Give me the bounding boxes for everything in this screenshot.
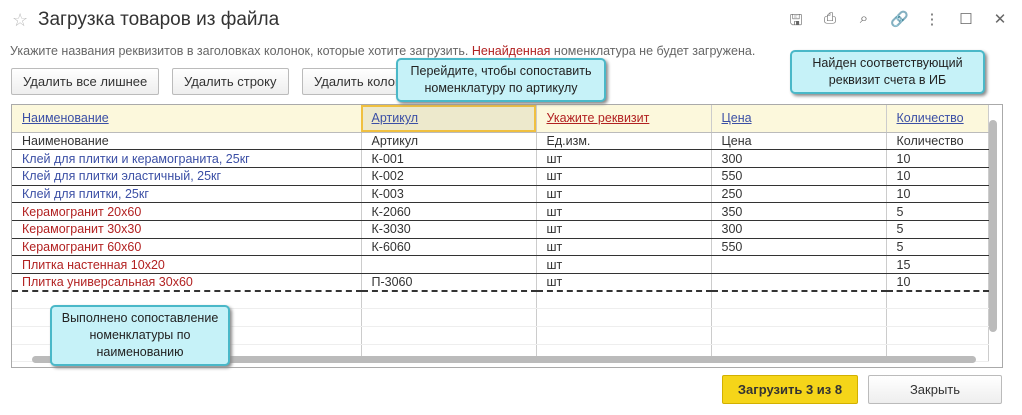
column-header-link[interactable]: Количество (897, 111, 964, 125)
column-header[interactable]: Количество (886, 105, 989, 133)
table-cell[interactable]: К-2060 (361, 202, 537, 221)
table-cell[interactable]: Клей для плитки эластичный, 25кг (12, 167, 362, 186)
table-cell[interactable]: 550 (711, 238, 887, 257)
print-icon[interactable]: ⎙ (822, 10, 838, 35)
table-cell[interactable]: шт (536, 202, 712, 221)
favorite-star-icon[interactable]: ☆ (12, 10, 28, 31)
table-row[interactable]: Керамогранит 20х60 К-2060 шт 350 5 (12, 202, 989, 221)
table-cell[interactable]: шт (536, 167, 712, 186)
table-cell[interactable]: 5 (886, 202, 989, 221)
callout-article: Перейдите, чтобы сопоставить номенклатур… (396, 58, 606, 102)
maximize-icon[interactable]: ☐ (958, 10, 974, 35)
table-cell[interactable]: 300 (711, 220, 887, 239)
preview-icon[interactable]: ⌕ (856, 10, 872, 35)
table-cell[interactable]: К-6060 (361, 238, 537, 257)
table-row[interactable]: Керамогранит 60х60 К-6060 шт 550 5 (12, 238, 989, 257)
table-row[interactable]: Клей для плитки эластичный, 25кг К-002 шт 5… (12, 167, 989, 186)
table-cell[interactable]: шт (536, 273, 712, 293)
table-cell[interactable] (711, 273, 887, 293)
empty-cell (361, 308, 537, 328)
table-cell[interactable]: 250 (711, 185, 887, 204)
table-row[interactable]: Клей для плитки и керамогранита, 25кг К-0… (12, 149, 989, 168)
subheader-row: Наименование Артикул Ед.изм. Цена Количество (12, 132, 989, 151)
table-cell[interactable]: Керамогранит 30х30 (12, 220, 362, 239)
more-icon[interactable]: ⋮ (924, 10, 940, 35)
table-cell[interactable]: шт (536, 238, 712, 257)
subheader-cell: Количество (886, 132, 989, 151)
close-icon[interactable]: ✕ (992, 10, 1008, 35)
table-cell[interactable]: К-002 (361, 167, 537, 186)
table-cell[interactable]: П-3060 (361, 273, 537, 293)
column-header[interactable]: Укажите реквизит (536, 105, 712, 133)
close-button[interactable]: Закрыть (868, 375, 1002, 404)
table-row[interactable]: Керамогранит 30х30 К-3030 шт 300 5 (12, 220, 989, 239)
table-cell[interactable]: 5 (886, 238, 989, 257)
delete-row-button[interactable]: Удалить строку (172, 68, 289, 95)
empty-cell (711, 308, 887, 328)
table-cell[interactable]: Клей для плитки, 25кг (12, 185, 362, 204)
subheader-cell: Ед.изм. (536, 132, 712, 151)
save-icon[interactable]: 🖫 (788, 10, 804, 35)
empty-cell (886, 291, 989, 310)
table-cell[interactable]: 300 (711, 149, 887, 168)
table-cell[interactable]: 550 (711, 167, 887, 186)
vertical-scrollbar[interactable] (989, 120, 997, 332)
subheader-cell: Артикул (361, 132, 537, 151)
empty-cell (886, 326, 989, 345)
table-cell[interactable]: 15 (886, 255, 989, 274)
link-icon[interactable]: 🔗 (890, 10, 909, 35)
subheader-cell: Наименование (12, 132, 362, 151)
callout-found: Найден соответствующий реквизит счета в … (790, 50, 985, 94)
table-cell[interactable]: Плитка настенная 10х20 (12, 255, 362, 274)
column-header-link[interactable]: Наименование (22, 111, 109, 125)
table-cell[interactable]: шт (536, 185, 712, 204)
table-cell[interactable]: К-3030 (361, 220, 537, 239)
empty-cell (711, 326, 887, 345)
table-cell[interactable]: 10 (886, 273, 989, 293)
empty-cell (536, 308, 712, 328)
empty-cell (886, 308, 989, 328)
column-header[interactable]: Наименование (12, 105, 362, 133)
callout-name: Выполнено сопоставление номенклатуры по … (50, 305, 230, 366)
table-cell[interactable]: Клей для плитки и керамогранита, 25кг (12, 149, 362, 168)
empty-cell (361, 291, 537, 310)
table-cell[interactable]: Керамогранит 20х60 (12, 202, 362, 221)
table-row[interactable]: Плитка настенная 10х20 шт 15 (12, 255, 989, 274)
table-cell[interactable]: шт (536, 255, 712, 274)
table-cell[interactable]: шт (536, 149, 712, 168)
column-header[interactable]: Артикул (361, 105, 537, 133)
table-cell[interactable]: 5 (886, 220, 989, 239)
window-title: Загрузка товаров из файла (38, 9, 280, 30)
table-cell[interactable]: К-003 (361, 185, 537, 204)
column-header-link[interactable]: Укажите реквизит (547, 111, 650, 125)
table-row[interactable]: Плитка универсальная 30х60 П-3060 шт 10 (12, 273, 989, 293)
empty-cell (536, 326, 712, 345)
column-header-link[interactable]: Цена (722, 111, 752, 125)
subheader-cell: Цена (711, 132, 887, 151)
column-header-link[interactable]: Артикул (372, 111, 419, 125)
table-row[interactable]: Клей для плитки, 25кг К-003 шт 250 10 (12, 185, 989, 204)
empty-cell (536, 291, 712, 310)
table-cell[interactable]: Плитка универсальная 30х60 (12, 273, 362, 293)
table-cell[interactable]: 10 (886, 167, 989, 186)
hint-text: Укажите названия реквизитов в заголовках… (10, 44, 756, 58)
empty-cell (361, 326, 537, 345)
table-cell[interactable]: 10 (886, 185, 989, 204)
table-cell[interactable]: Керамогранит 60х60 (12, 238, 362, 257)
delete-all-extra-button[interactable]: Удалить все лишнее (11, 68, 160, 95)
table-cell[interactable]: 350 (711, 202, 887, 221)
table-cell[interactable]: 10 (886, 149, 989, 168)
load-button[interactable]: Загрузить 3 из 8 (722, 375, 858, 404)
table-cell[interactable]: К-001 (361, 149, 537, 168)
table-cell[interactable] (361, 255, 537, 274)
header-row: Наименование Артикул Укажите реквизит Цена К… (12, 105, 989, 133)
table-cell[interactable]: шт (536, 220, 712, 239)
table-cell[interactable] (711, 255, 887, 274)
column-header[interactable]: Цена (711, 105, 887, 133)
empty-cell (711, 291, 887, 310)
